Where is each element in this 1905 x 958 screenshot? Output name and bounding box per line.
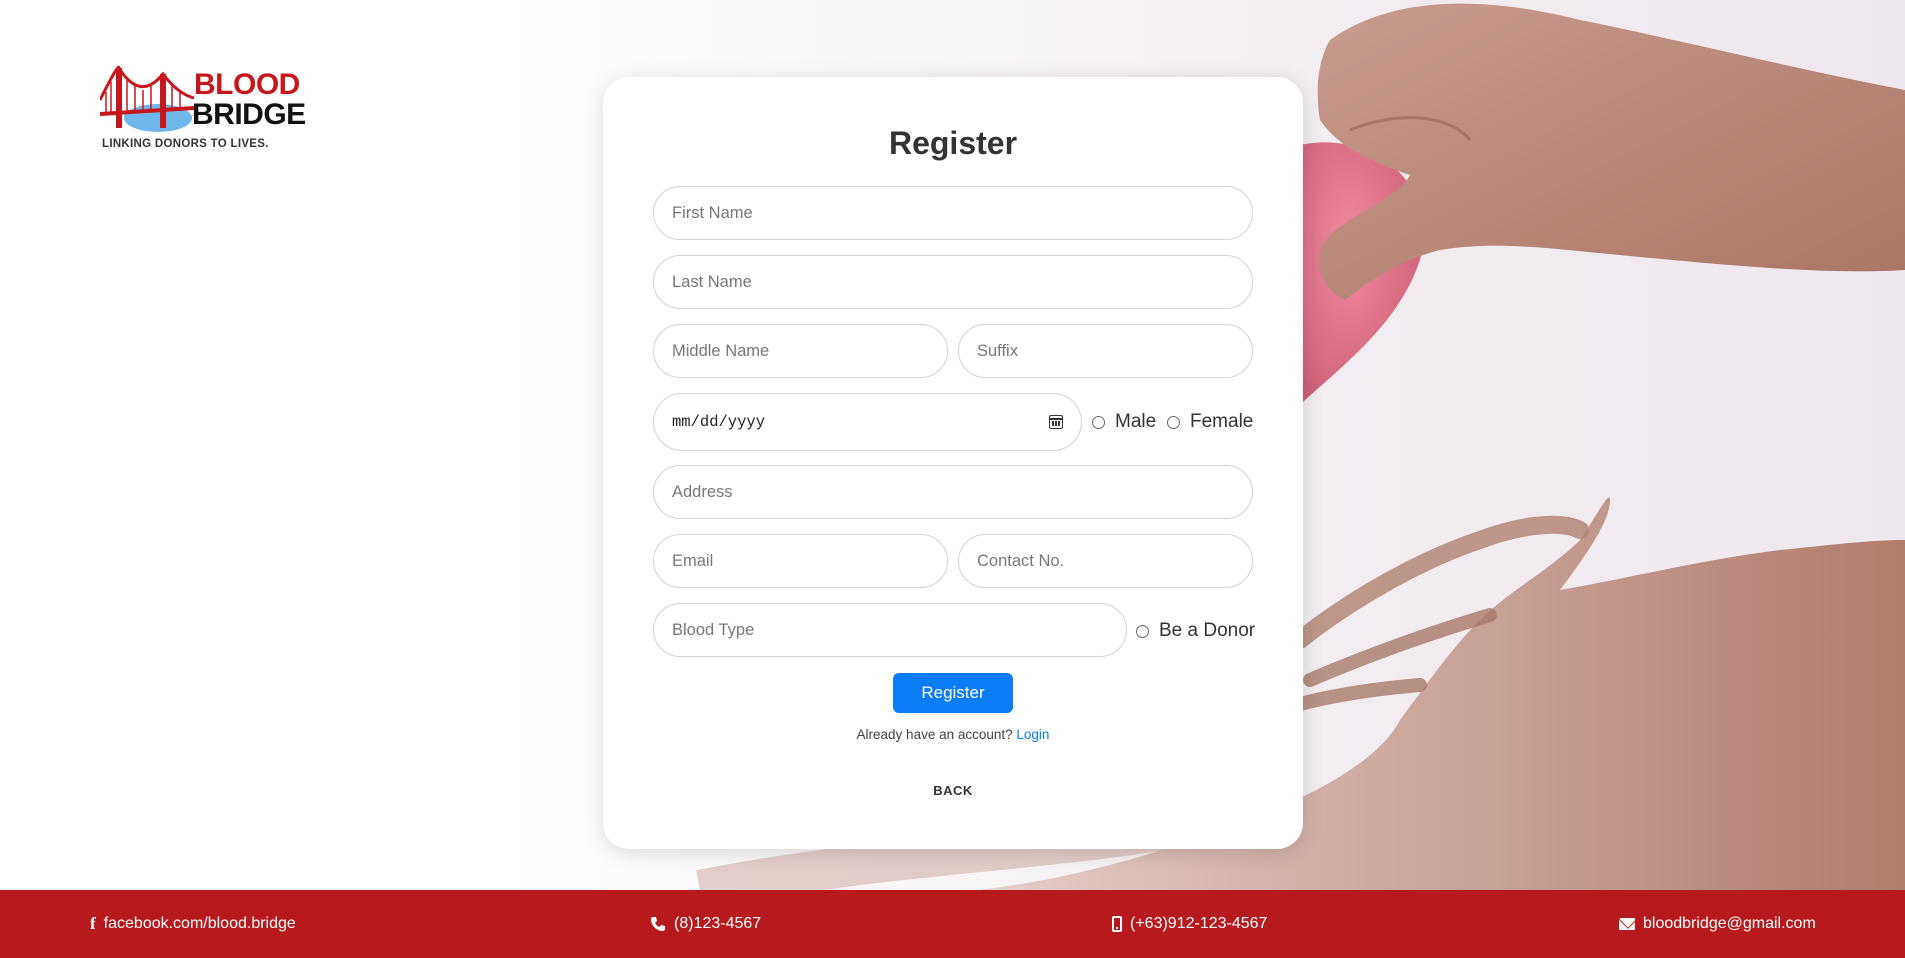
first-name-input[interactable]: [653, 186, 1253, 240]
facebook-icon: f: [90, 914, 96, 933]
footer-email[interactable]: bloodbridge@gmail.com: [1619, 890, 1816, 958]
birthdate-value: mm/dd/yyyy: [672, 413, 766, 431]
register-card: Register mm/dd/yyyy Male Female Be a Don…: [603, 77, 1303, 849]
suffix-input[interactable]: [958, 324, 1253, 378]
email-input[interactable]: [653, 534, 948, 588]
phone-icon: [651, 917, 665, 931]
contact-input[interactable]: [958, 534, 1253, 588]
blood-type-input[interactable]: [653, 603, 1127, 657]
male-radio[interactable]: [1092, 415, 1105, 429]
calendar-icon[interactable]: [1049, 415, 1063, 429]
email-text: bloodbridge@gmail.com: [1643, 915, 1816, 932]
last-name-input[interactable]: [653, 255, 1253, 309]
footer-facebook[interactable]: f facebook.com/blood.bridge: [90, 890, 296, 958]
back-link[interactable]: BACK: [603, 783, 1303, 798]
donor-label: Be a Donor: [1159, 620, 1256, 641]
account-prompt-text: Already have an account?: [856, 727, 1013, 742]
footer-phone[interactable]: (8)123-4567: [650, 890, 761, 958]
login-link[interactable]: Login: [1016, 727, 1049, 742]
form-title: Register: [888, 125, 1018, 161]
logo-word-bridge: BRIDGE: [192, 98, 306, 131]
mobile-text: (+63)912-123-4567: [1130, 915, 1268, 932]
phone-text: (8)123-4567: [674, 915, 762, 932]
female-label: Female: [1190, 411, 1254, 432]
female-radio[interactable]: [1167, 415, 1180, 429]
gender-male-option[interactable]: Male: [1092, 411, 1156, 433]
donor-radio[interactable]: [1136, 624, 1149, 638]
donor-option[interactable]: Be a Donor: [1136, 620, 1255, 642]
logo-tagline: LINKING DONORS TO LIVES.: [102, 138, 269, 150]
envelope-icon: [1619, 918, 1635, 930]
bridge-logo-icon: [100, 65, 194, 132]
address-input[interactable]: [653, 465, 1253, 519]
logo-word-blood: BLOOD: [194, 68, 300, 101]
logo[interactable]: BLOOD BRIDGE LINKING DONORS TO LIVES.: [100, 64, 310, 154]
account-prompt: Already have an account? Login: [603, 727, 1303, 742]
birthdate-input[interactable]: mm/dd/yyyy: [653, 393, 1082, 451]
gender-female-option[interactable]: Female: [1167, 411, 1253, 433]
male-label: Male: [1115, 411, 1157, 432]
register-button[interactable]: Register: [893, 673, 1013, 713]
footer: f facebook.com/blood.bridge (8)123-4567 …: [0, 890, 1905, 958]
footer-mobile[interactable]: (+63)912-123-4567: [1112, 890, 1267, 958]
facebook-text: facebook.com/blood.bridge: [103, 915, 296, 932]
mobile-phone-icon: [1112, 916, 1122, 932]
middle-name-input[interactable]: [653, 324, 948, 378]
